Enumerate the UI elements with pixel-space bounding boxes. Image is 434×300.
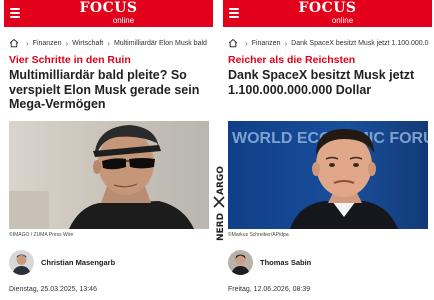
breadcrumb-item[interactable]: Wirtschaft <box>72 40 103 47</box>
chevron-right-icon: › <box>107 38 110 48</box>
chevron-right-icon: › <box>65 38 69 48</box>
home-icon[interactable] <box>228 38 238 48</box>
site-logo[interactable]: FOCUS online <box>223 0 432 26</box>
breadcrumb-item: Dank SpaceX besitzt Musk jetzt 1.100.000… <box>291 39 429 47</box>
author-name[interactable]: Christian Masengarb <box>41 258 115 267</box>
logo-sub: online <box>331 16 354 25</box>
breadcrumb: › Finanzen › Dank SpaceX besitzt Musk je… <box>228 36 432 50</box>
logo-sub: online <box>112 16 135 25</box>
author-photo <box>228 250 253 275</box>
argonerd-watermark-logo: ARGO NERD <box>213 166 226 241</box>
chevron-right-icon: › <box>245 38 248 48</box>
panel-gutter <box>213 0 223 300</box>
avatar[interactable] <box>9 250 34 275</box>
site-header: FOCUS online <box>223 0 432 27</box>
photo-credit: ©IMAGO / ZUMA Press Wire <box>9 232 74 238</box>
breadcrumb-item: Multimilliardär Elon Musk bald <box>113 39 207 47</box>
article-kicker: Vier Schritte in den Ruin <box>9 54 131 66</box>
article-photo[interactable]: WORLD ECONOMIC FORUM <box>228 121 428 229</box>
publish-date: Freitag, 12.06.2026, 08:39 <box>228 286 311 293</box>
chevron-right-icon: › <box>26 38 29 48</box>
breadcrumb: › Finanzen › Wirtschaft › Multimilliardä… <box>9 36 213 50</box>
site-header: FOCUS online <box>4 0 213 27</box>
article-photo[interactable] <box>9 121 209 229</box>
article-left: FOCUS online › Finanzen › Wirtschaft › M… <box>4 0 213 300</box>
article-kicker: Reicher als die Reichsten <box>228 54 356 66</box>
avatar[interactable] <box>228 250 253 275</box>
home-icon[interactable] <box>9 38 19 48</box>
article-headline: Dank SpaceX besitzt Musk jetzt 1.100.000… <box>228 68 415 97</box>
photo-musk-sunglasses <box>9 121 209 229</box>
author-name[interactable]: Thomas Sabin <box>260 258 311 267</box>
author-byline[interactable]: Christian Masengarb <box>9 250 115 275</box>
article-right: FOCUS online › Finanzen › Dank SpaceX be… <box>223 0 432 300</box>
publish-date: Dienstag, 25.03.2025, 13:46 <box>9 286 97 293</box>
site-logo[interactable]: FOCUS online <box>4 0 213 26</box>
watermark-bottom: NERD <box>216 213 226 241</box>
logo-main: FOCUS <box>298 0 357 16</box>
watermark-top: ARGO <box>216 166 226 195</box>
chevron-right-icon: › <box>284 38 288 48</box>
article-headline: Multimilliardär bald pleite? So verspiel… <box>9 68 200 111</box>
author-byline[interactable]: Thomas Sabin <box>228 250 311 275</box>
photo-musk-davos: WORLD ECONOMIC FORUM <box>228 121 428 229</box>
photo-credit: ©Markus Schreiber/AP/dpa <box>228 232 289 238</box>
author-photo <box>9 250 34 275</box>
logo-main: FOCUS <box>79 0 138 16</box>
breadcrumb-item[interactable]: Finanzen <box>33 40 62 47</box>
breadcrumb-item[interactable]: Finanzen <box>252 40 281 47</box>
